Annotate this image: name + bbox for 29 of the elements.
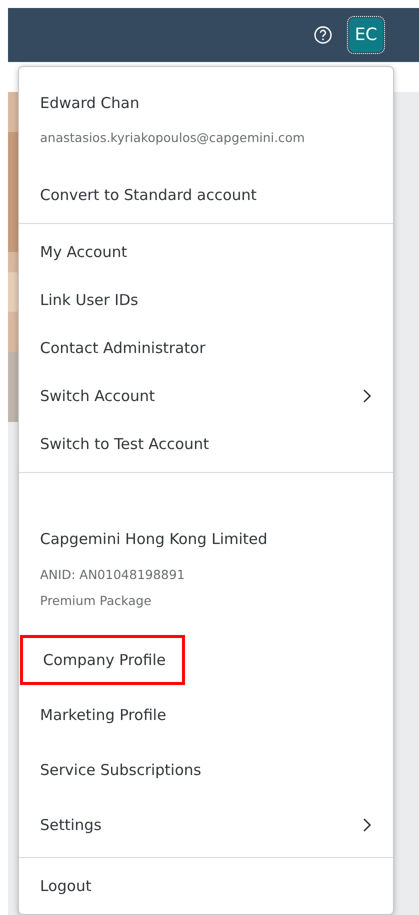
menu-item[interactable]: My Account [19,228,393,276]
menu-item-label: Logout [40,877,92,895]
menu-item-label: Link User IDs [40,291,138,309]
menu-item[interactable]: Convert to Standard account [19,167,393,223]
menu-heading: Edward Chan [40,93,140,114]
menu-item-label: Settings [40,816,102,834]
menu-detail: anastasios.kyriakopoulos@capgemini.com [40,129,306,147]
menu-item[interactable]: Settings [19,797,393,852]
menu-detail: Premium Package [40,592,152,610]
user-avatar[interactable]: EC [349,18,383,52]
menu-item-label: Switch Account [40,387,155,405]
menu-item-label: Convert to Standard account [40,186,257,204]
menu-item[interactable]: Service Subscriptions [19,742,393,797]
menu-item[interactable]: Link User IDs [19,276,393,324]
menu-item[interactable]: Contact Administrator [19,324,393,372]
menu-item-label: Marketing Profile [40,706,166,724]
menu-heading: Capgemini Hong Kong Limited [40,529,268,550]
menu-item-label: My Account [40,243,128,261]
menu-item[interactable]: Marketing Profile [19,687,393,742]
menu-item-label: Switch to Test Account [40,435,210,453]
menu-item-label: Service Subscriptions [40,760,202,778]
menu-item[interactable]: Switch Account [19,372,393,420]
menu-item[interactable]: Switch to Test Account [19,420,393,468]
menu-detail: ANID: AN01048198891 [40,566,186,584]
menu-item-label: Contact Administrator [40,339,206,357]
menu-item[interactable]: Logout [19,858,393,914]
menu-item-label: Company Profile [20,634,185,684]
help-icon[interactable] [313,25,333,45]
menu-item[interactable]: Company Profile [19,632,393,687]
